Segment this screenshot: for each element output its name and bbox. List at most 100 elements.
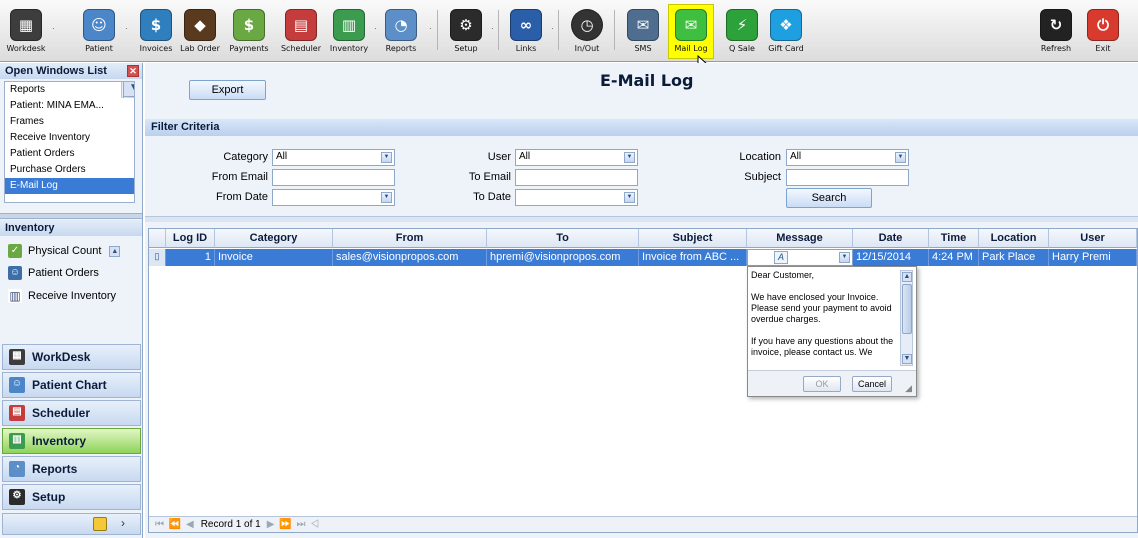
- from-email-field[interactable]: [272, 169, 395, 186]
- gift-icon: ❖: [770, 9, 802, 41]
- chevron-down-icon[interactable]: ·: [52, 24, 55, 33]
- list-item[interactable]: Patient Orders: [5, 146, 134, 162]
- category-select[interactable]: All ▼: [272, 149, 395, 166]
- cell-time[interactable]: 4:24 PM: [929, 249, 979, 266]
- main-nav-inventory[interactable]: ▥ Inventory: [2, 428, 141, 454]
- cell-location[interactable]: Park Place: [979, 249, 1049, 266]
- subject-field[interactable]: [786, 169, 909, 186]
- list-item[interactable]: Reports: [5, 82, 134, 98]
- scroll-down-icon[interactable]: ▼: [902, 354, 912, 364]
- list-item[interactable]: Frames: [5, 114, 134, 130]
- main-nav-patient-chart[interactable]: ☺ Patient Chart: [2, 372, 141, 398]
- toolbar-workdesk-button[interactable]: ▦ Workdesk: [3, 9, 49, 53]
- pager-next-last-icons[interactable]: ▶ ⏩ ⏭ ◁: [267, 519, 320, 530]
- list-item[interactable]: Patient: MINA EMA...: [5, 98, 134, 114]
- cell-category[interactable]: Invoice: [215, 249, 333, 266]
- ok-button[interactable]: OK: [803, 376, 841, 392]
- scheduler-icon: ▤: [285, 9, 317, 41]
- nav-receive-inventory[interactable]: ▥ Receive Inventory: [8, 286, 116, 306]
- toolbar-scheduler-button[interactable]: ▤ Scheduler: [278, 9, 324, 53]
- toolbar-in-out-button[interactable]: ◷ In/Out: [564, 9, 610, 53]
- chevron-down-icon[interactable]: ·: [551, 24, 554, 33]
- nav-patient-orders[interactable]: ☺ Patient Orders: [8, 263, 99, 283]
- chevron-down-icon[interactable]: ·: [374, 24, 377, 33]
- chevron-down-icon[interactable]: ·: [125, 24, 128, 33]
- from-date-picker[interactable]: ▼: [272, 189, 395, 206]
- message-text[interactable]: Dear Customer, We have enclosed your Inv…: [751, 270, 899, 366]
- list-item[interactable]: Purchase Orders: [5, 162, 134, 178]
- main-nav-setup[interactable]: ⚙ Setup: [2, 484, 141, 510]
- export-button[interactable]: Export: [189, 80, 266, 100]
- cell-date[interactable]: 12/15/2014: [853, 249, 929, 266]
- cell-from[interactable]: sales@visionpropos.com: [333, 249, 487, 266]
- column-header-user[interactable]: User: [1049, 229, 1137, 248]
- cancel-button[interactable]: Cancel: [852, 376, 892, 392]
- popup-scrollbar[interactable]: ▲ ▼: [900, 270, 913, 366]
- toolbar-reports-button[interactable]: ◔ Reports: [378, 9, 424, 53]
- configure-icon[interactable]: [93, 517, 107, 531]
- splitter[interactable]: [0, 213, 142, 219]
- close-icon[interactable]: ✕: [127, 65, 139, 77]
- column-header-time[interactable]: Time: [929, 229, 979, 248]
- toolbar-payments-button[interactable]: $ Payments: [226, 9, 272, 53]
- cell-log-id[interactable]: 1: [166, 249, 215, 266]
- chevron-down-icon[interactable]: ·: [491, 24, 494, 33]
- toolbar-inventory-button[interactable]: ▥ Inventory: [326, 9, 372, 53]
- main-nav-workdesk[interactable]: ▦ WorkDesk: [2, 344, 141, 370]
- message-icon[interactable]: A: [774, 251, 788, 264]
- toolbar-exit-button[interactable]: ⏻ Exit: [1080, 9, 1126, 53]
- chevron-down-icon[interactable]: ·: [429, 24, 432, 33]
- toolbar-links-button[interactable]: ∞ Links: [503, 9, 549, 53]
- chevron-down-icon[interactable]: ▼: [381, 192, 392, 203]
- main-nav-label: Reports: [32, 462, 78, 476]
- collapse-icon[interactable]: ▲: [109, 245, 121, 257]
- resize-grip-icon[interactable]: ◢: [905, 383, 912, 394]
- splitter[interactable]: [145, 216, 1138, 222]
- toolbar-gift-card-button[interactable]: ❖ Gift Card: [763, 9, 809, 53]
- column-header-message[interactable]: Message: [747, 229, 853, 248]
- user-select[interactable]: All ▼: [515, 149, 638, 166]
- main-nav-scheduler[interactable]: ▤ Scheduler: [2, 400, 141, 426]
- toolbar-sms-button[interactable]: ✉ SMS: [620, 9, 666, 53]
- nav-label: Patient Orders: [28, 267, 99, 279]
- vertical-scrollbar[interactable]: ▲ ▼: [121, 82, 134, 98]
- cell-message-editor[interactable]: A ▼: [747, 249, 853, 266]
- column-header-log-id[interactable]: Log ID: [166, 229, 215, 248]
- chevron-down-icon[interactable]: ▼: [839, 252, 850, 263]
- toolbar-lab-order-button[interactable]: ◆ Lab Order: [177, 9, 223, 53]
- chevron-down-icon[interactable]: ▼: [624, 152, 635, 163]
- chevron-down-icon[interactable]: ▼: [624, 192, 635, 203]
- toolbar-mail-log-button[interactable]: ✉ Mail Log: [668, 4, 714, 59]
- list-item[interactable]: Receive Inventory: [5, 130, 134, 146]
- toolbar-invoices-button[interactable]: $ Invoices: [133, 9, 179, 53]
- scroll-down-icon[interactable]: ▼: [123, 82, 134, 97]
- column-header-subject[interactable]: Subject: [639, 229, 747, 248]
- column-header-category[interactable]: Category: [215, 229, 333, 248]
- nav-physical-count[interactable]: ✓ Physical Count ▲: [8, 241, 121, 261]
- scrollbar-thumb[interactable]: [902, 284, 912, 334]
- list-item-selected[interactable]: E-Mail Log: [5, 178, 134, 194]
- toolbar-refresh-button[interactable]: ↻ Refresh: [1033, 9, 1079, 53]
- to-email-field[interactable]: [515, 169, 638, 186]
- search-button[interactable]: Search: [786, 188, 872, 208]
- cell-subject[interactable]: Invoice from ABC ...: [639, 249, 747, 266]
- chevron-down-icon[interactable]: ▼: [381, 152, 392, 163]
- chevron-down-icon[interactable]: ▼: [895, 152, 906, 163]
- column-header-location[interactable]: Location: [979, 229, 1049, 248]
- pager-first-prev-icons[interactable]: ⏮ ⏪ ◀: [155, 519, 195, 530]
- column-header-date[interactable]: Date: [853, 229, 929, 248]
- main-nav-reports[interactable]: ◔ Reports: [2, 456, 141, 482]
- cell-to[interactable]: hpremi@visionpropos.com: [487, 249, 639, 266]
- location-select[interactable]: All ▼: [786, 149, 909, 166]
- message-popup: Dear Customer, We have enclosed your Inv…: [747, 266, 917, 397]
- chevron-right-icon[interactable]: ›: [121, 516, 125, 530]
- cell-user[interactable]: Harry Premi: [1049, 249, 1137, 266]
- to-date-picker[interactable]: ▼: [515, 189, 638, 206]
- toolbar-patient-button[interactable]: ☺ Patient: [76, 9, 122, 53]
- toolbar-setup-button[interactable]: ⚙ Setup: [443, 9, 489, 53]
- scroll-up-icon[interactable]: ▲: [902, 272, 912, 282]
- column-header-to[interactable]: To: [487, 229, 639, 248]
- row-indicator[interactable]: ▯: [149, 249, 166, 266]
- toolbar-q-sale-button[interactable]: ⚡ Q Sale: [719, 9, 765, 53]
- column-header-from[interactable]: From: [333, 229, 487, 248]
